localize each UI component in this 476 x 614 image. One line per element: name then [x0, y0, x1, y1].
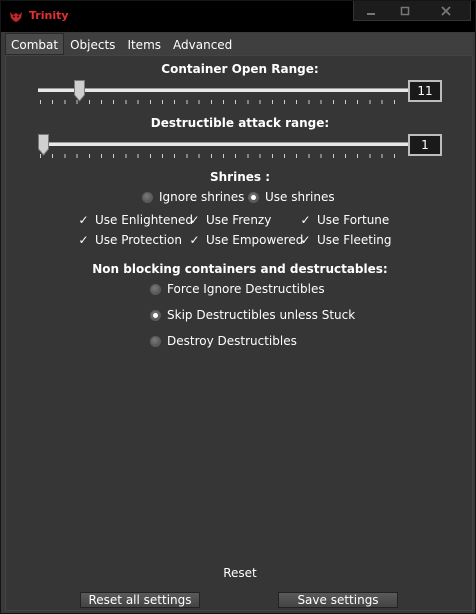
checkbox-label: Use Enlightened [95, 213, 194, 227]
destructible-range-value[interactable]: 1 [408, 134, 442, 156]
non-blocking-heading: Non blocking containers and destructable… [92, 262, 388, 276]
radio-force-ignore-destructibles[interactable]: Force Ignore Destructibles [150, 282, 325, 296]
minimize-icon[interactable] [354, 1, 388, 20]
window-controls [353, 1, 471, 21]
slider-ticks [40, 100, 406, 104]
radio-label: Skip Destructibles unless Stuck [167, 308, 356, 322]
slider-ticks [40, 154, 406, 158]
container-range-label: Container Open Range: [161, 62, 319, 76]
radio-label: Use shrines [265, 190, 335, 204]
checkmark-icon[interactable]: ✓ [189, 234, 200, 246]
checkbox-use-empowered[interactable]: ✓ Use Empowered [189, 233, 303, 247]
tab-items[interactable]: Items [121, 33, 167, 55]
checkbox-label: Use Protection [95, 233, 182, 247]
tab-bar: Combat Objects Items Advanced [5, 33, 473, 55]
checkmark-icon[interactable]: ✓ [78, 234, 89, 246]
radio-button[interactable] [150, 309, 161, 321]
checkmark-icon[interactable]: ✓ [78, 214, 89, 226]
radio-button[interactable] [150, 335, 161, 347]
slider-thumb[interactable] [38, 134, 49, 156]
window-title: Trinity [29, 9, 69, 22]
radio-button[interactable] [142, 191, 153, 203]
radio-ignore-shrines[interactable]: Ignore shrines [142, 190, 244, 204]
maximize-icon[interactable] [388, 1, 422, 20]
radio-label: Destroy Destructibles [167, 334, 297, 348]
radio-label: Force Ignore Destructibles [167, 282, 325, 296]
tab-advanced[interactable]: Advanced [167, 33, 238, 55]
radio-use-shrines[interactable]: Use shrines [248, 190, 335, 204]
radio-button[interactable] [150, 283, 161, 295]
slider-thumb[interactable] [74, 80, 85, 102]
radio-destroy-destructibles[interactable]: Destroy Destructibles [150, 334, 297, 348]
demon-logo-icon [10, 12, 22, 22]
destructible-range-label: Destructible attack range: [150, 116, 330, 130]
container-range-value[interactable]: 11 [408, 80, 442, 102]
save-settings-button[interactable]: Save settings [278, 592, 398, 608]
checkmark-icon[interactable]: ✓ [300, 234, 311, 246]
radio-button[interactable] [248, 191, 259, 203]
title-bar[interactable]: Trinity [1, 1, 475, 32]
container-range-slider[interactable] [38, 78, 408, 112]
checkbox-use-protection[interactable]: ✓ Use Protection [78, 233, 182, 247]
slider-track [38, 142, 408, 146]
tab-objects[interactable]: Objects [64, 33, 121, 55]
shrines-heading: Shrines : [209, 170, 271, 184]
close-icon[interactable] [422, 1, 470, 20]
radio-skip-destructibles[interactable]: Skip Destructibles unless Stuck [150, 308, 355, 322]
checkbox-label: Use Fleeting [317, 233, 392, 247]
slider-track [38, 88, 408, 92]
checkbox-label: Use Empowered [206, 233, 304, 247]
tab-combat[interactable]: Combat [5, 33, 65, 55]
checkbox-use-fortune[interactable]: ✓ Use Fortune [300, 213, 389, 227]
checkmark-icon[interactable]: ✓ [189, 214, 200, 226]
reset-all-settings-button[interactable]: Reset all settings [80, 592, 200, 608]
checkbox-use-fleeting[interactable]: ✓ Use Fleeting [300, 233, 392, 247]
checkmark-icon[interactable]: ✓ [300, 214, 311, 226]
app-window: Trinity Combat Objects Items Advanced Co… [0, 0, 476, 614]
checkbox-label: Use Fortune [317, 213, 390, 227]
radio-label: Ignore shrines [159, 190, 245, 204]
combat-panel: Container Open Range: 11 Destructible at… [5, 55, 473, 611]
checkbox-use-frenzy[interactable]: ✓ Use Frenzy [189, 213, 271, 227]
reset-link[interactable]: Reset [6, 566, 474, 580]
checkbox-use-enlightened[interactable]: ✓ Use Enlightened [78, 213, 193, 227]
checkbox-label: Use Frenzy [206, 213, 272, 227]
destructible-range-slider[interactable] [38, 132, 408, 166]
